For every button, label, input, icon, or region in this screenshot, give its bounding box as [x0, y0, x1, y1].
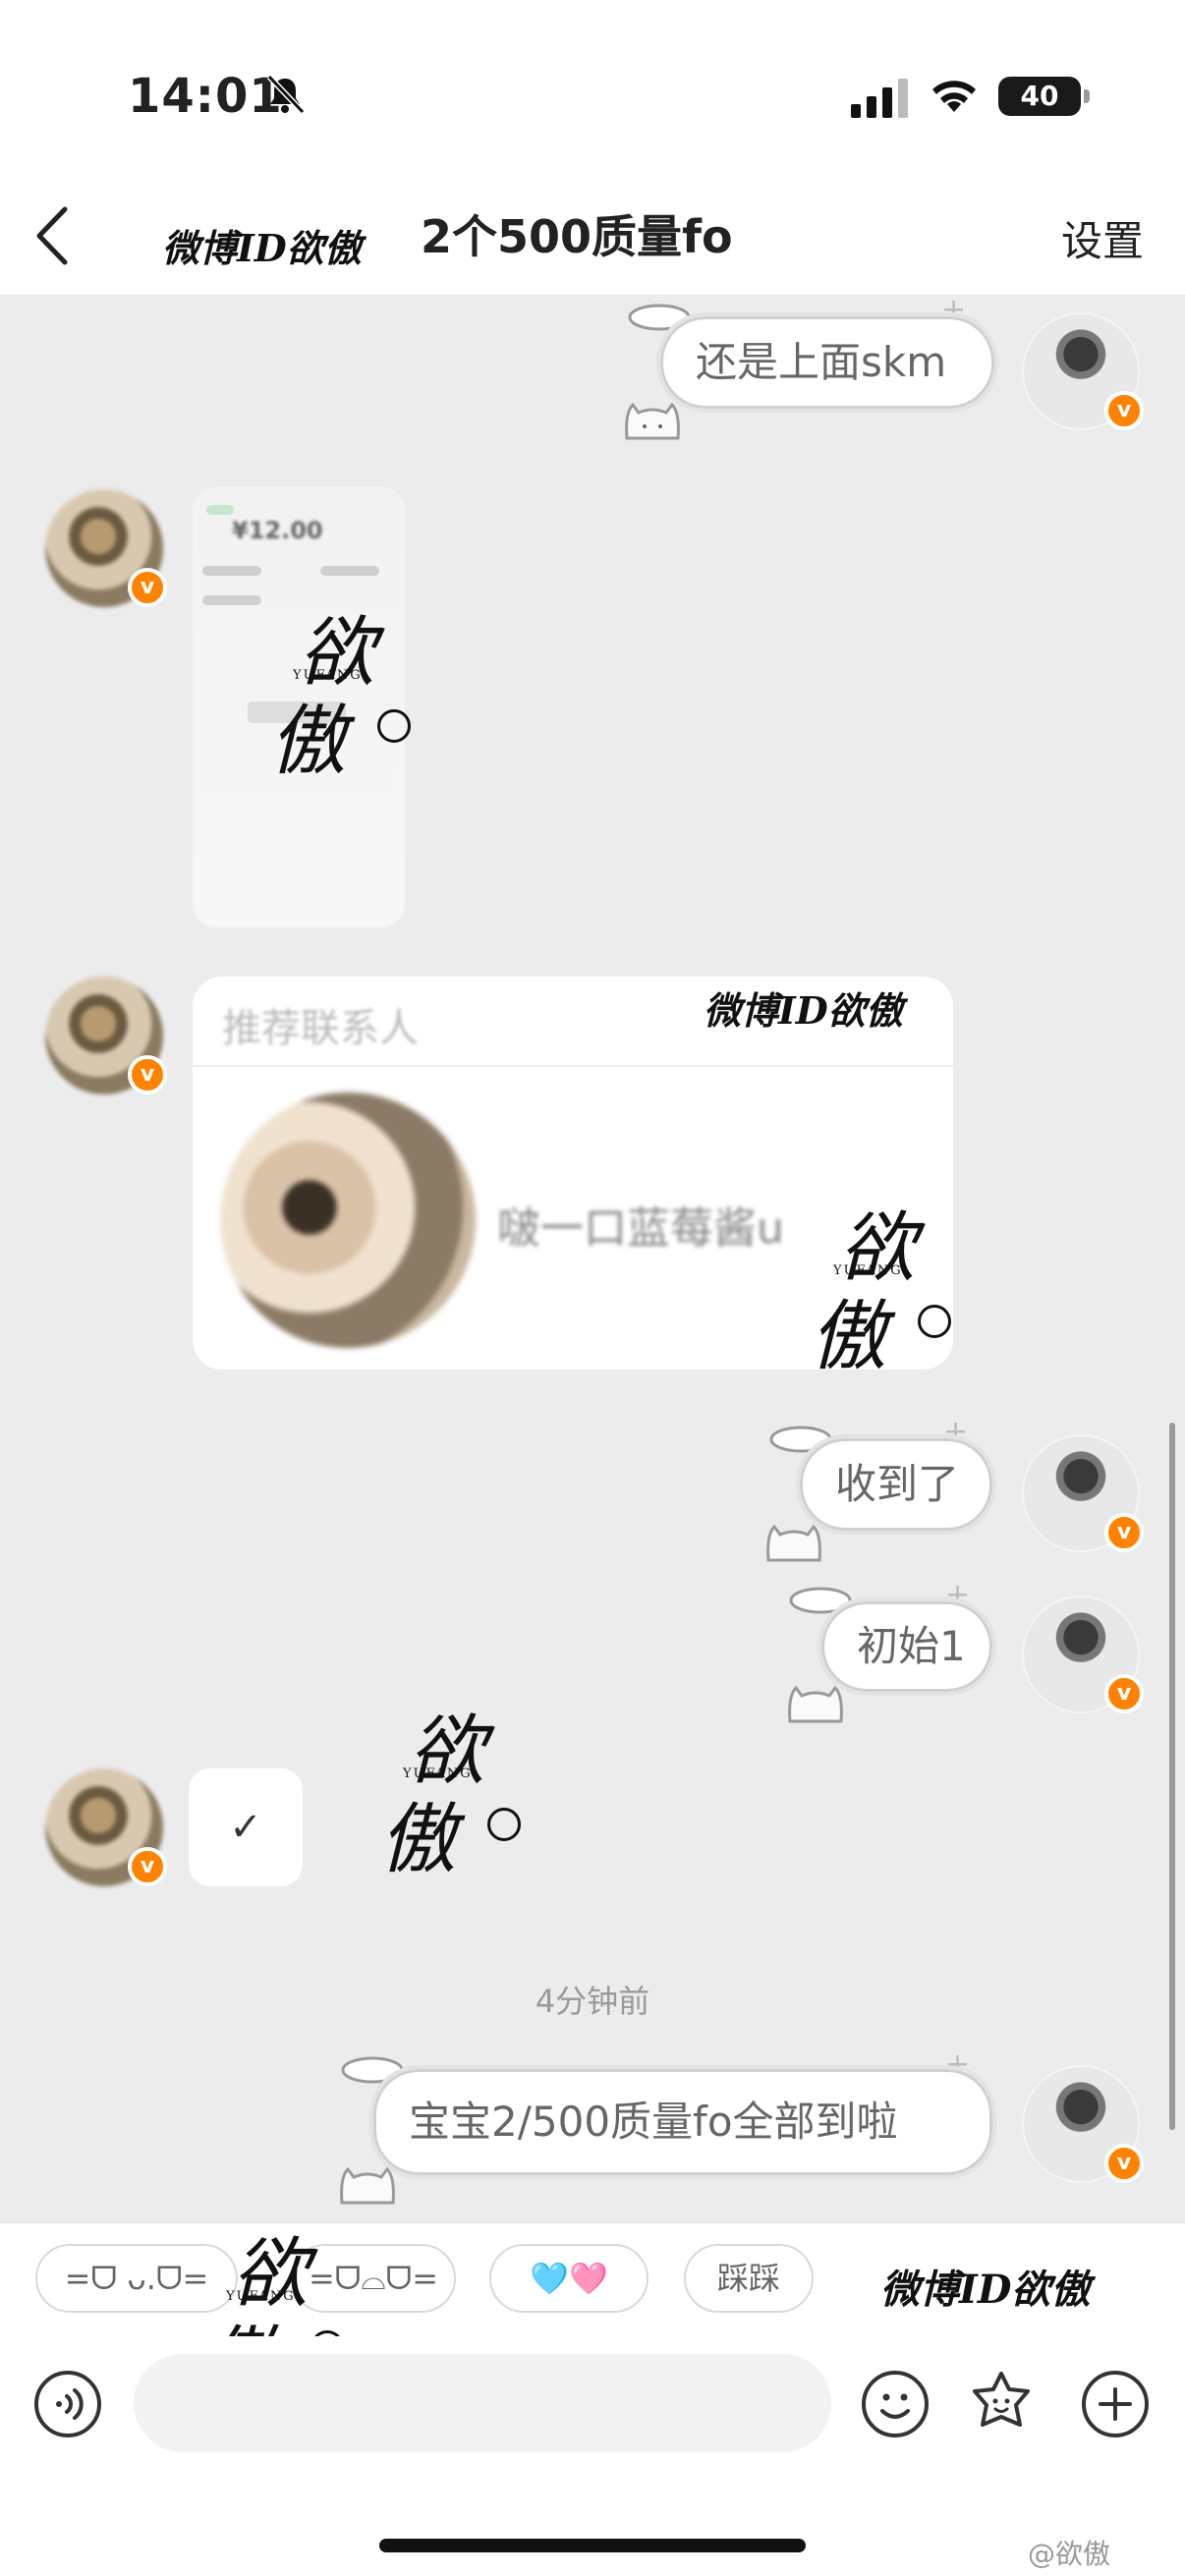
message-bubble[interactable]: 收到了 — [796, 1434, 996, 1535]
contact-avatar — [220, 1092, 476, 1348]
cat-decoration-icon — [340, 2166, 395, 2205]
message-bubble[interactable]: ✓ — [189, 1768, 303, 1886]
verified-badge-icon: v — [1104, 1513, 1144, 1552]
image-amount: ¥12.00 — [232, 517, 323, 544]
my-avatar[interactable]: v — [1022, 1434, 1144, 1552]
battery-icon: 40 — [998, 77, 1081, 116]
checkmark-icon: ✓ — [229, 1805, 262, 1850]
status-time: 14:01 — [128, 69, 283, 124]
cat-decoration-icon — [788, 1685, 843, 1723]
contact-name: 啵一口蓝莓酱u — [497, 1204, 784, 1254]
blur-block — [202, 595, 261, 605]
emoji-icon[interactable] — [861, 2370, 930, 2438]
tomato-icon — [918, 1305, 951, 1338]
tomato-icon — [487, 1808, 521, 1841]
verified-badge-icon: v — [1104, 2144, 1144, 2183]
peer-avatar[interactable]: v — [45, 1768, 167, 1886]
peer-avatar[interactable]: v — [45, 977, 167, 1094]
watermark-text: 微博ID欲傲 — [162, 226, 362, 270]
blur-block — [320, 566, 379, 576]
bell-slash-icon — [266, 74, 306, 115]
home-indicator[interactable] — [379, 2539, 806, 2552]
verified-badge-icon: v — [128, 568, 167, 607]
battery-nub — [1084, 89, 1090, 103]
watermark-logo: 欲 YUFANG 傲 — [263, 591, 411, 788]
wifi-icon — [932, 81, 976, 112]
verified-badge-icon: v — [128, 1847, 167, 1886]
quick-reply-chip[interactable]: 🩵🩷 — [489, 2244, 649, 2313]
verified-badge-icon: v — [1104, 1674, 1144, 1713]
watermark-logo: 欲 YUFANG 傲 — [804, 1187, 951, 1383]
quick-reply-chip[interactable]: 踩踩 — [684, 2244, 814, 2313]
message-text: 还是上面skm — [696, 338, 947, 386]
message-bubble[interactable]: 宝宝2/500质量fo全部到啦 — [369, 2065, 996, 2179]
cat-decoration-icon — [625, 402, 680, 440]
watermark-logo: 欲 YUFANG 傲 — [373, 1690, 521, 1886]
message-text: 收到了 — [835, 1460, 960, 1508]
voice-icon[interactable] — [33, 2370, 102, 2438]
my-avatar[interactable]: v — [1022, 312, 1144, 430]
plus-icon[interactable] — [1081, 2370, 1150, 2438]
chat-area[interactable]: + 还是上面skm v v ¥12.00 欲 YUFANG 傲 v 推荐联系人 … — [0, 295, 1185, 2222]
watermark-text: 微博ID欲傲 — [704, 988, 903, 1033]
verified-badge-icon: v — [128, 1055, 167, 1094]
sticker-icon[interactable] — [967, 2368, 1036, 2436]
tomato-icon — [377, 709, 411, 743]
verified-badge-icon: v — [1104, 391, 1144, 430]
peer-avatar[interactable]: v — [45, 489, 167, 607]
message-bubble[interactable]: 还是上面skm — [656, 312, 998, 413]
page-title: 2个500质量fo — [421, 210, 733, 263]
card-header: 推荐联系人 — [222, 1006, 419, 1051]
cat-decoration-icon — [766, 1524, 821, 1562]
settings-button[interactable]: 设置 — [1061, 208, 1144, 268]
message-text: 初始1 — [857, 1622, 966, 1670]
divider — [193, 1065, 953, 1067]
footer-credit: @欲傲 — [1028, 2538, 1111, 2570]
my-avatar[interactable]: v — [1022, 2065, 1144, 2183]
my-avatar[interactable]: v — [1022, 1596, 1144, 1713]
message-text: 宝宝2/500质量fo全部到啦 — [409, 2098, 898, 2146]
watermark-text: 微博ID欲傲 — [880, 2267, 1091, 2313]
blur-block — [202, 566, 261, 576]
signal-icon — [851, 79, 908, 118]
message-timestamp: 4分钟前 — [535, 1983, 650, 2020]
blur-block — [206, 505, 234, 515]
scrollbar[interactable] — [1169, 1423, 1175, 2130]
message-input[interactable] — [134, 2354, 831, 2452]
chevron-left-icon[interactable] — [29, 201, 79, 270]
